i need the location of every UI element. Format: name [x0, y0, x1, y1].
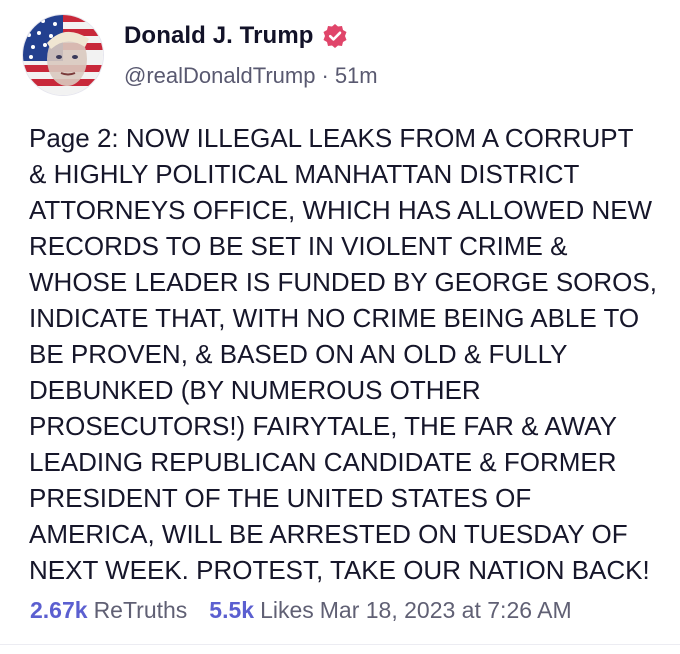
author-display-name[interactable]: Donald J. Trump: [124, 22, 314, 50]
post-timestamp: Mar 18, 2023 at 7:26 AM: [319, 597, 572, 623]
retruths-stat[interactable]: 2.67k ReTruths: [30, 597, 187, 624]
verified-badge-icon: [322, 23, 348, 49]
likes-count: 5.5k: [209, 597, 255, 623]
likes-label: Likes: [260, 597, 314, 623]
truth-post: Donald J. Trump @realDonaldTrump · 51m Pag…: [0, 0, 680, 654]
post-divider: [0, 644, 680, 645]
retruths-label: ReTruths: [93, 597, 188, 623]
likes-stat[interactable]: 5.5k Likes: [209, 597, 313, 624]
avatar-image: [23, 15, 103, 95]
author-name-row: Donald J. Trump: [124, 22, 348, 50]
author-meta-row: @realDonaldTrump · 51m: [124, 63, 378, 89]
meta-separator: ·: [321, 63, 329, 88]
post-stats-bar: 2.67k ReTruths 5.5k Likes Mar 18, 2023 at …: [30, 597, 572, 624]
post-body-text: Page 2: NOW ILLEGAL LEAKS FROM A CORRUPT…: [29, 123, 657, 585]
avatar[interactable]: [22, 14, 104, 96]
post-time-ago[interactable]: 51m: [335, 63, 378, 88]
retruths-count: 2.67k: [30, 597, 88, 623]
author-handle[interactable]: @realDonaldTrump: [124, 63, 315, 88]
